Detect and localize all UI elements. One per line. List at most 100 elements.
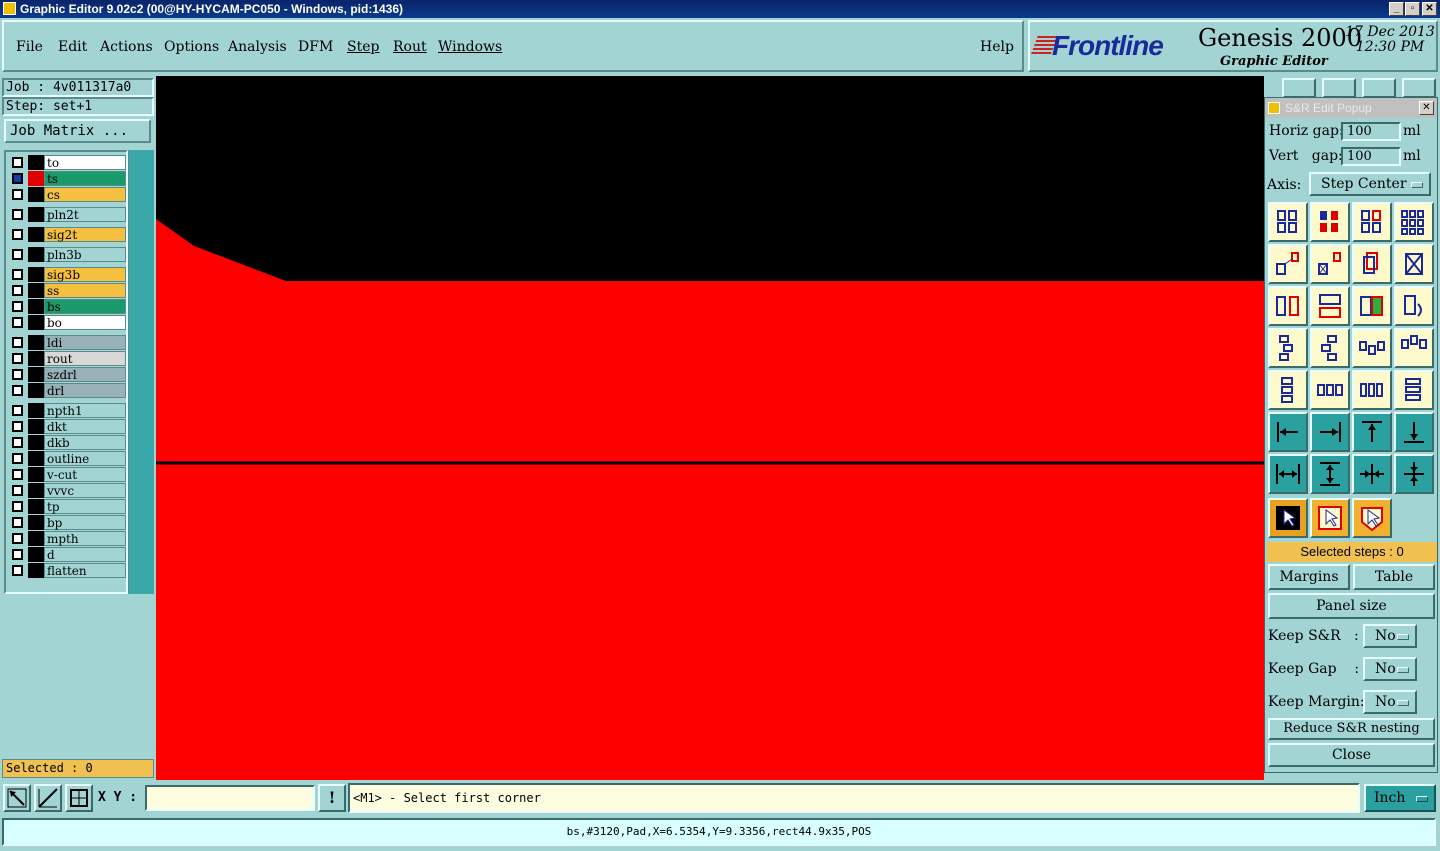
layer-affected-indicator[interactable] [28,451,44,466]
layer-list-scrollbar[interactable] [128,150,154,594]
layer-row[interactable]: d [10,547,126,562]
layer-name[interactable]: ts [44,171,126,186]
layer-affected-indicator[interactable] [28,547,44,562]
layer-row[interactable]: to [10,155,126,170]
layer-name[interactable]: szdrl [44,367,126,382]
layer-affected-indicator[interactable] [28,315,44,330]
layer-checkbox[interactable] [12,501,23,512]
maximize-button[interactable]: ▫ [1405,2,1420,16]
menu-actions[interactable]: Actions [100,39,153,55]
menu-analysis[interactable]: Analysis [228,39,287,55]
layer-row[interactable]: tp [10,499,126,514]
layer-row[interactable]: sig2t [10,227,126,242]
layer-checkbox[interactable] [12,173,23,184]
layer-affected-indicator[interactable] [28,403,44,418]
layer-affected-indicator[interactable] [28,515,44,530]
layer-name[interactable]: vvvc [44,483,126,498]
layer-checkbox[interactable] [12,485,23,496]
snap-up-icon[interactable] [1352,412,1392,452]
layer-checkbox[interactable] [12,453,23,464]
menu-step[interactable]: Step [347,39,379,55]
layer-affected-indicator[interactable] [28,383,44,398]
layer-row[interactable]: ss [10,283,126,298]
snap-right-icon[interactable] [1310,412,1350,452]
close-button[interactable]: Close [1268,743,1435,767]
horiz-gap-input[interactable]: 100 [1341,122,1401,141]
layer-row[interactable]: ldi [10,335,126,350]
mirror-y-icon[interactable] [1310,286,1350,326]
multi-grid-icon[interactable] [1394,202,1434,242]
layer-affected-indicator[interactable] [28,563,44,578]
layer-affected-indicator[interactable] [28,531,44,546]
menu-windows[interactable]: Windows [438,39,502,55]
expand-horizontal-icon[interactable] [1268,454,1308,494]
layer-row[interactable]: ts [10,171,126,186]
shrink-horizontal-icon[interactable] [1352,454,1392,494]
layer-checkbox[interactable] [12,565,23,576]
keep-gap-select[interactable]: No [1363,657,1417,681]
layer-row[interactable]: dkb [10,435,126,450]
layer-name[interactable]: pln3b [44,247,126,262]
layer-checkbox[interactable] [12,385,23,396]
toolbar-button-2[interactable] [1322,78,1356,98]
layer-row[interactable]: pln2t [10,207,126,222]
layer-name[interactable]: sig3b [44,267,126,282]
layer-checkbox[interactable] [12,337,23,348]
grid-snap-icon[interactable] [65,784,93,812]
layer-row[interactable]: pln3b [10,247,126,262]
layer-name[interactable]: npth1 [44,403,126,418]
layer-name[interactable]: v-cut [44,467,126,482]
select-shape-icon[interactable] [1352,498,1392,538]
layer-row[interactable]: cs [10,187,126,202]
layer-row[interactable]: flatten [10,563,126,578]
layer-row[interactable]: vvvc [10,483,126,498]
measure-icon[interactable] [34,784,62,812]
center-horizontal-icon[interactable] [1310,370,1350,410]
layer-affected-indicator[interactable] [28,207,44,222]
align-top-icon[interactable] [1352,328,1392,368]
rotate-arrow-icon[interactable] [1394,286,1434,326]
layer-affected-indicator[interactable] [28,351,44,366]
layer-checkbox[interactable] [12,405,23,416]
layer-row[interactable]: bs [10,299,126,314]
layer-row[interactable]: sig3b [10,267,126,282]
layer-name[interactable]: tp [44,499,126,514]
menu-rout[interactable]: Rout [393,39,427,55]
layer-row[interactable]: rout [10,351,126,366]
layer-row[interactable]: mpth [10,531,126,546]
xy-coordinate-input[interactable] [145,785,315,811]
layer-row[interactable]: dkt [10,419,126,434]
job-matrix-button[interactable]: Job Matrix ... [4,119,151,143]
layer-affected-indicator[interactable] [28,171,44,186]
layer-affected-indicator[interactable] [28,335,44,350]
zoom-window-icon[interactable] [3,784,31,812]
menu-dfm[interactable]: DFM [298,39,333,55]
layer-checkbox[interactable] [12,209,23,220]
layer-checkbox[interactable] [12,421,23,432]
layer-row[interactable]: v-cut [10,467,126,482]
snap-left-icon[interactable] [1268,412,1308,452]
layer-row[interactable]: bp [10,515,126,530]
layer-checkbox[interactable] [12,369,23,380]
menu-file[interactable]: File [16,39,43,55]
layer-affected-indicator[interactable] [28,435,44,450]
align-left-icon[interactable] [1268,328,1308,368]
layer-checkbox[interactable] [12,317,23,328]
toolbar-button-3[interactable] [1362,78,1396,98]
keep-sr-select[interactable]: No [1363,624,1417,648]
layer-checkbox[interactable] [12,269,23,280]
snap-down-icon[interactable] [1394,412,1434,452]
layer-row[interactable]: outline [10,451,126,466]
menu-edit[interactable]: Edit [58,39,87,55]
layer-name[interactable]: dkt [44,419,126,434]
axis-select[interactable]: Step Center [1309,172,1431,196]
layer-affected-indicator[interactable] [28,483,44,498]
layer-name[interactable]: sig2t [44,227,126,242]
layer-checkbox[interactable] [12,229,23,240]
layer-name[interactable]: to [44,155,126,170]
layer-affected-indicator[interactable] [28,467,44,482]
layer-row[interactable]: npth1 [10,403,126,418]
layer-name[interactable]: bp [44,515,126,530]
layer-name[interactable]: ss [44,283,126,298]
layer-name[interactable]: pln2t [44,207,126,222]
